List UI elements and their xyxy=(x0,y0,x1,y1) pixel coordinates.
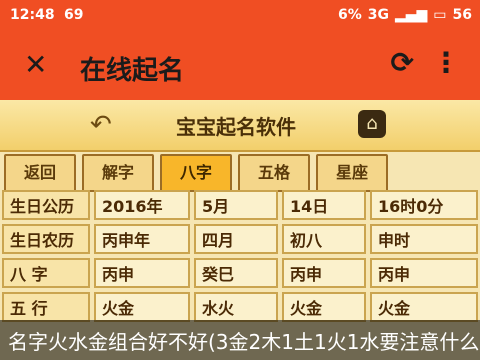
table-cell: 火金 xyxy=(282,292,366,322)
table-cell: 生日农历 xyxy=(2,224,90,254)
tab-bar: 返回 解字 八字 五格 星座 xyxy=(0,150,480,192)
back-arrow-icon[interactable]: ↶ xyxy=(90,110,112,140)
tab-back[interactable]: 返回 xyxy=(4,154,76,192)
table-cell: 癸巳 xyxy=(194,258,278,288)
app-title: 在线起名 xyxy=(80,56,185,86)
status-extra: 69 xyxy=(64,7,84,23)
battery-value: 56 xyxy=(452,7,472,23)
table-cell: 丙申 xyxy=(94,258,190,288)
table-cell: 丙申 xyxy=(370,258,478,288)
table-cell: 丙申 xyxy=(282,258,366,288)
page-header: ↶ 宝宝起名软件 ⌂ xyxy=(0,100,480,152)
table-cell: 火金 xyxy=(94,292,190,322)
table-cell: 初八 xyxy=(282,224,366,254)
table-cell: 14日 xyxy=(282,190,366,220)
table-cell: 丙申年 xyxy=(94,224,190,254)
table-cell: 水火 xyxy=(194,292,278,322)
table-row: 八 字 丙申 癸巳 丙申 丙申 xyxy=(0,258,480,292)
table-cell: 八 字 xyxy=(2,258,90,288)
caption-text: 名字火水金组合好不好(3金2木1土1火1水要注意什么) xyxy=(8,330,480,354)
software-name: 宝宝起名软件 xyxy=(176,115,296,139)
table-cell: 2016年 xyxy=(94,190,190,220)
status-bar: 12:48 69 6% 3G ▂▄▆ ▭ 56 xyxy=(0,0,480,32)
table-cell: 四月 xyxy=(194,224,278,254)
table-cell: 申时 xyxy=(370,224,478,254)
tab-wuge[interactable]: 五格 xyxy=(238,154,310,192)
signal-icon: ▂▄▆ xyxy=(394,7,428,23)
table-cell: 16时0分 xyxy=(370,190,478,220)
status-time: 12:48 xyxy=(10,7,55,23)
close-icon[interactable]: ✕ xyxy=(24,48,47,81)
tab-bazi[interactable]: 八字 xyxy=(160,154,232,192)
battery-icon: ▭ xyxy=(433,7,447,23)
tab-xingzuo[interactable]: 星座 xyxy=(316,154,388,192)
table-cell: 火金 xyxy=(370,292,478,322)
table-cell: 生日公历 xyxy=(2,190,90,220)
more-icon[interactable]: ⋮ xyxy=(432,46,460,79)
battery-percent-text: 6% xyxy=(337,7,362,23)
table-cell: 五 行 xyxy=(2,292,90,322)
app-logo-icon: ⌂ xyxy=(358,110,386,138)
table-row: 生日农历 丙申年 四月 初八 申时 xyxy=(0,224,480,258)
tab-jiezi[interactable]: 解字 xyxy=(82,154,154,192)
signal-text: 3G xyxy=(367,7,389,23)
caption-overlay: 名字火水金组合好不好(3金2木1土1火1水要注意什么) xyxy=(0,320,480,360)
table-row: 生日公历 2016年 5月 14日 16时0分 xyxy=(0,190,480,224)
status-indicators: 6% 3G ▂▄▆ ▭ 56 xyxy=(338,7,472,23)
table-cell: 5月 xyxy=(194,190,278,220)
app-bar: ✕ 在线起名 ⟳ ⋮ xyxy=(0,32,480,100)
refresh-icon[interactable]: ⟳ xyxy=(391,46,414,79)
